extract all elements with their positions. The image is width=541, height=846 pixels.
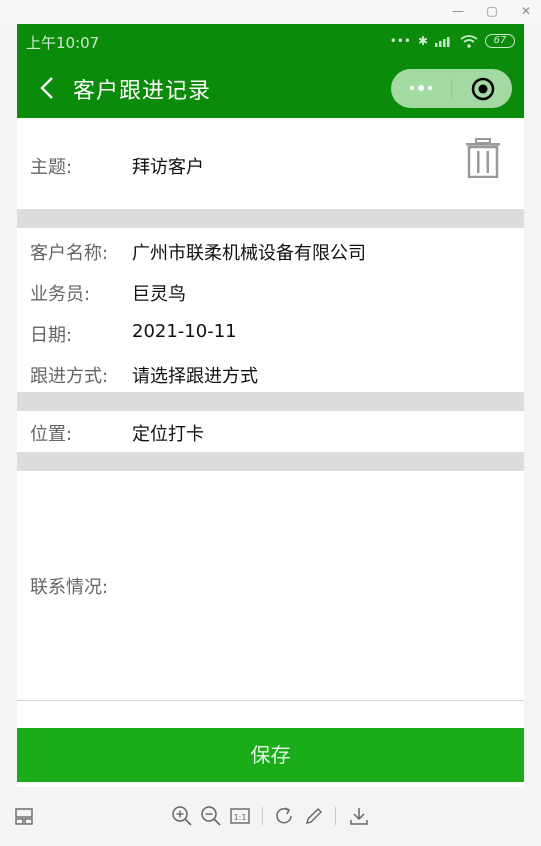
date-label: 日期: bbox=[30, 325, 73, 346]
dots-icon: ••• bbox=[389, 34, 411, 48]
signal-icon bbox=[435, 37, 450, 47]
maximize-icon[interactable]: ▢ bbox=[481, 2, 503, 20]
edit-icon[interactable] bbox=[303, 805, 325, 827]
check-in-button[interactable]: 定位打卡 bbox=[132, 420, 204, 446]
follow-method-select[interactable]: 请选择跟进方式 bbox=[132, 362, 258, 388]
status-bar: 上午10:07 ••• ✱ 67 bbox=[17, 24, 524, 57]
status-icons: ••• ✱ 67 bbox=[390, 32, 515, 50]
save-button[interactable]: 保存 bbox=[17, 728, 524, 782]
zoom-out-icon[interactable] bbox=[200, 805, 222, 827]
toolbar-divider bbox=[262, 807, 263, 825]
rotate-icon[interactable] bbox=[274, 805, 296, 827]
section-divider bbox=[17, 209, 524, 228]
location-label: 位置: bbox=[30, 424, 73, 445]
salesperson-value[interactable]: 巨灵鸟 bbox=[132, 280, 186, 306]
status-time: 上午10:07 bbox=[26, 34, 100, 52]
salesperson-label: 业务员: bbox=[30, 284, 91, 305]
capsule-divider bbox=[451, 79, 452, 98]
contact-situation-field[interactable]: 联系情况: bbox=[17, 471, 524, 700]
trash-icon[interactable] bbox=[465, 138, 501, 178]
date-value[interactable]: 2021-10-11 bbox=[132, 321, 237, 342]
subject-value[interactable]: 拜访客户 bbox=[132, 153, 204, 179]
customer-name-label: 客户名称: bbox=[30, 243, 109, 264]
battery-indicator: 67 bbox=[485, 34, 515, 48]
viewer-toolbar: 1:1 bbox=[0, 790, 541, 846]
contact-situation-label: 联系情况: bbox=[30, 577, 109, 598]
location-row[interactable]: 位置: 定位打卡 bbox=[17, 411, 524, 452]
zoom-in-icon[interactable] bbox=[171, 805, 193, 827]
textarea-underline bbox=[17, 700, 524, 701]
minimize-icon[interactable]: — bbox=[447, 2, 469, 20]
wifi-icon bbox=[460, 34, 478, 48]
mini-program-screen: 上午10:07 ••• ✱ 67 客户跟进记录 主题: 拜访客户 客户名称: 广… bbox=[17, 24, 524, 787]
section-divider bbox=[17, 452, 524, 471]
layout-icon[interactable] bbox=[14, 805, 36, 827]
download-icon[interactable] bbox=[348, 805, 370, 827]
window-title-bar: — ▢ ✕ bbox=[0, 0, 541, 24]
subject-label: 主题: bbox=[30, 157, 73, 178]
follow-method-label: 跟进方式: bbox=[30, 366, 109, 387]
customer-info-block: 客户名称: 广州市联柔机械设备有限公司 业务员: 巨灵鸟 日期: 2021-10… bbox=[17, 228, 524, 391]
bluetooth-icon: ✱ bbox=[417, 34, 428, 48]
actual-size-icon[interactable]: 1:1 bbox=[229, 805, 251, 827]
customer-name-value[interactable]: 广州市联柔机械设备有限公司 bbox=[132, 239, 366, 265]
target-icon[interactable] bbox=[471, 77, 495, 101]
back-icon[interactable] bbox=[37, 76, 59, 100]
toolbar-divider bbox=[335, 807, 336, 825]
more-icon[interactable] bbox=[405, 77, 437, 99]
navigation-bar: 客户跟进记录 bbox=[17, 57, 524, 118]
svg-text:1:1: 1:1 bbox=[234, 813, 247, 822]
page-title: 客户跟进记录 bbox=[73, 79, 212, 104]
close-icon[interactable]: ✕ bbox=[515, 2, 537, 20]
capsule-menu bbox=[391, 69, 512, 108]
subject-row[interactable]: 主题: 拜访客户 bbox=[17, 118, 524, 209]
section-divider bbox=[17, 392, 524, 411]
